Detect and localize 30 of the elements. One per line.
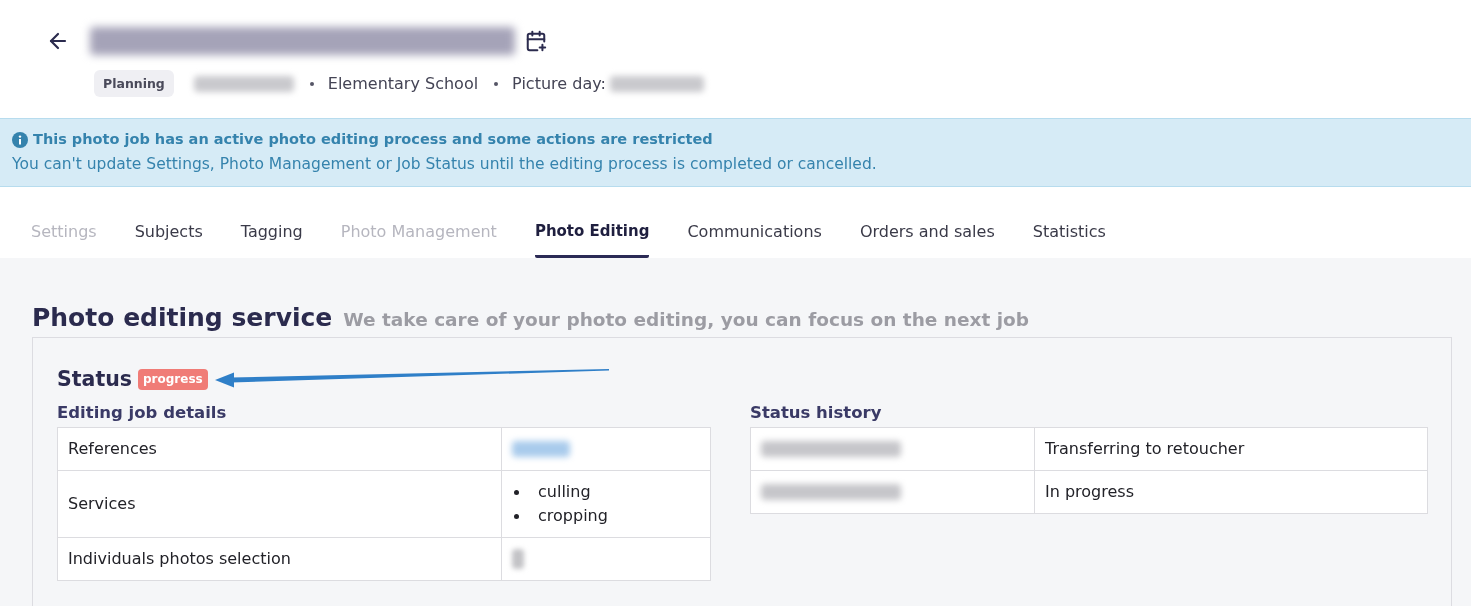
section-subtitle: We take care of your photo editing, you can focus on the next job [343, 309, 1030, 330]
section-title: Photo editing service [32, 302, 333, 334]
list-item-text: culling [538, 481, 591, 503]
tab[interactable]: Photo Editing [534, 214, 650, 258]
tab[interactable]: Subjects [134, 214, 203, 258]
bullet-icon [514, 489, 519, 495]
list-item-text: cropping [538, 505, 608, 527]
table-cell: Individuals photos selection [57, 537, 502, 581]
meta-label: Picture day: [512, 74, 606, 93]
bullet-icon [309, 81, 314, 86]
table-cell: Transferring to retoucher [1034, 427, 1428, 471]
meta-text: Elementary School [327, 74, 479, 93]
bullet-icon [514, 513, 519, 519]
status-badge: progress [138, 368, 208, 390]
table-cell: In progress [1034, 470, 1428, 514]
details-heading: Editing job details [57, 402, 228, 424]
calendar-plus-icon[interactable] [525, 30, 547, 52]
tab[interactable]: Statistics [1032, 214, 1106, 258]
status-heading: Status [57, 366, 132, 392]
info-icon [12, 131, 28, 148]
table-cell: References [57, 427, 502, 471]
history-heading: Status history [750, 402, 883, 424]
bullet-icon [494, 81, 499, 86]
banner-title: This photo job has an active photo editing process and some actions are restricted [33, 130, 713, 149]
tab[interactable]: Tagging [240, 214, 303, 258]
table-cell: Services [57, 470, 502, 538]
status-badge: Planning [94, 70, 174, 97]
tab[interactable]: Orders and sales [859, 214, 995, 258]
banner-message: You can't update Settings, Photo Management or Job Status until the editing process is completed or cancelled. [12, 154, 878, 175]
tab[interactable]: Communications [687, 214, 822, 258]
